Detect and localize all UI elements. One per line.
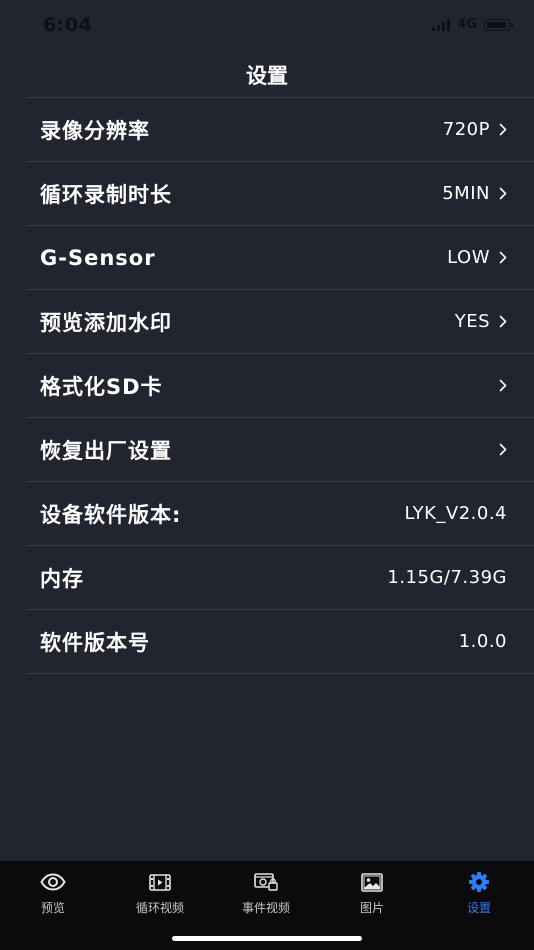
- setting-value: LYK_V2.0.4: [404, 503, 507, 524]
- eye-icon: [40, 873, 66, 891]
- setting-label: 恢复出厂设置: [40, 438, 172, 463]
- chevron-right-icon: [499, 315, 507, 328]
- setting-label: G-Sensor: [40, 245, 156, 270]
- setting-row-watermark[interactable]: 预览添加水印 YES: [26, 290, 534, 354]
- setting-row-format-sd[interactable]: 格式化SD卡: [26, 354, 534, 418]
- setting-label: 内存: [40, 566, 84, 591]
- status-time: 6:04: [43, 14, 93, 36]
- settings-list: 录像分辨率 720P 循环录制时长 5MIN G-Sensor LOW 预览添加…: [26, 97, 534, 674]
- chevron-right-icon: [499, 443, 507, 456]
- setting-label: 软件版本号: [40, 630, 150, 655]
- chevron-right-icon: [499, 379, 507, 392]
- setting-value: YES: [454, 311, 490, 332]
- setting-row-g-sensor[interactable]: G-Sensor LOW: [26, 226, 534, 290]
- setting-row-device-firmware: 设备软件版本: LYK_V2.0.4: [26, 482, 534, 546]
- locked-video-icon: [254, 873, 278, 891]
- tab-loop-video[interactable]: 循环视频: [107, 869, 213, 916]
- tab-label: 预览: [40, 901, 65, 915]
- tab-preview[interactable]: 预览: [0, 869, 106, 916]
- gear-icon: [469, 872, 489, 892]
- setting-value: LOW: [447, 247, 490, 268]
- setting-label: 循环录制时长: [40, 182, 172, 207]
- setting-row-app-version: 软件版本号 1.0.0: [26, 610, 534, 674]
- setting-value: 720P: [442, 119, 490, 140]
- home-indicator[interactable]: [172, 936, 362, 941]
- status-indicators: 4G: [432, 17, 513, 32]
- tab-label: 事件视频: [241, 901, 290, 915]
- setting-row-loop-duration[interactable]: 循环录制时长 5MIN: [26, 162, 534, 226]
- setting-row-storage: 内存 1.15G/7.39G: [26, 546, 534, 610]
- network-type: 4G: [457, 17, 477, 32]
- chevron-right-icon: [499, 187, 507, 200]
- setting-label: 设备软件版本:: [40, 502, 182, 527]
- setting-label: 预览添加水印: [40, 310, 172, 335]
- tab-label: 设置: [466, 901, 491, 915]
- setting-value: 1.15G/7.39G: [387, 567, 507, 588]
- tab-label: 图片: [359, 901, 384, 915]
- chevron-right-icon: [499, 123, 507, 136]
- image-icon: [361, 872, 383, 892]
- setting-row-video-resolution[interactable]: 录像分辨率 720P: [26, 98, 534, 162]
- signal-icon: [432, 18, 451, 31]
- setting-label: 录像分辨率: [40, 118, 150, 143]
- chevron-right-icon: [499, 251, 507, 264]
- tab-label: 循环视频: [135, 901, 184, 915]
- tab-event-video[interactable]: 事件视频: [213, 869, 319, 916]
- tab-photos[interactable]: 图片: [319, 869, 425, 916]
- film-icon: [149, 873, 171, 891]
- setting-row-factory-reset[interactable]: 恢复出厂设置: [26, 418, 534, 482]
- status-bar: 6:04 4G: [0, 0, 534, 52]
- battery-icon: [484, 18, 513, 31]
- setting-value: 5MIN: [442, 183, 490, 204]
- setting-value: 1.0.0: [458, 631, 507, 652]
- page-title: 设置: [246, 64, 288, 88]
- setting-label: 格式化SD卡: [40, 374, 163, 399]
- tab-settings[interactable]: 设置: [426, 869, 532, 916]
